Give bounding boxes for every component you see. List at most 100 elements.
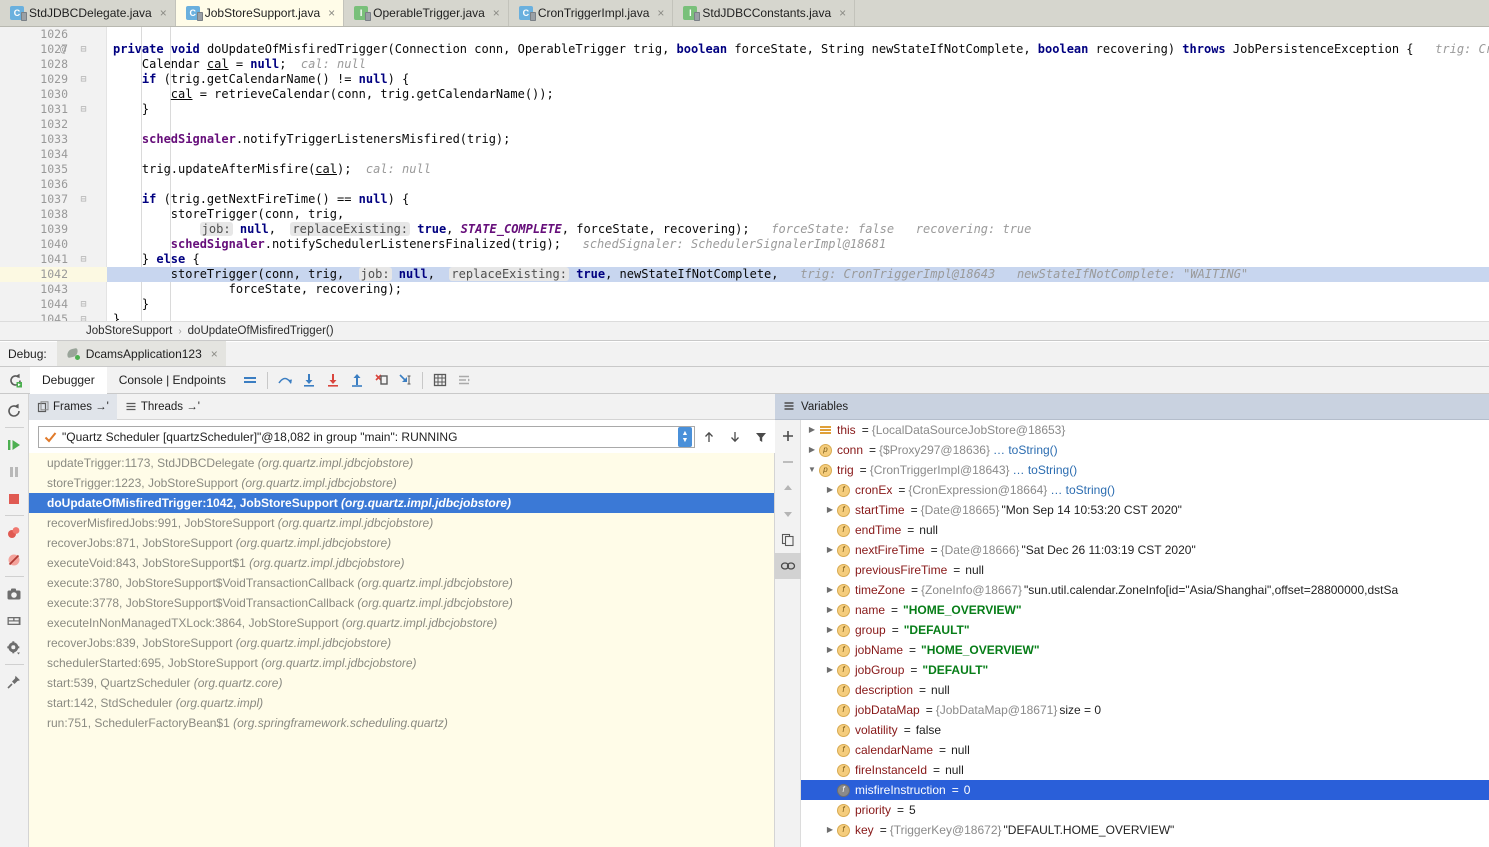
variable-row[interactable]: ▶ f jobName = "HOME_OVERVIEW" (801, 640, 1489, 660)
code-line[interactable]: 1033 schedSignaler.notifyTriggerListener… (0, 132, 1489, 147)
view-breakpoints-icon[interactable] (0, 519, 29, 546)
code-line[interactable]: 1044 ⊟ } (0, 297, 1489, 312)
editor-tab[interactable]: I OperableTrigger.java × (344, 0, 509, 26)
tostring-link[interactable]: … toString() (1013, 460, 1078, 480)
chevron-right-icon[interactable]: ▶ (823, 580, 837, 600)
settings-lines-icon[interactable] (452, 368, 476, 392)
editor-tab[interactable]: I StdJDBCConstants.java × (673, 0, 856, 26)
code-line[interactable]: 1042 storeTrigger(conn, trig, job: null,… (0, 267, 1489, 282)
thread-selector[interactable]: "Quartz Scheduler [quartzScheduler]"@18,… (38, 426, 695, 448)
close-icon[interactable]: × (211, 348, 218, 360)
chevron-right-icon[interactable]: ▶ (823, 500, 837, 520)
close-icon[interactable]: × (839, 7, 846, 19)
code-line[interactable]: 1035 trig.updateAfterMisfire(cal); cal: … (0, 162, 1489, 177)
frame-list-item[interactable]: recoverJobs:839, JobStoreSupport (org.qu… (29, 633, 774, 653)
code-line[interactable]: 1030 cal = retrieveCalendar(conn, trig.g… (0, 87, 1489, 102)
code-line[interactable]: 1031 ⊟ } (0, 102, 1489, 117)
chevron-right-icon[interactable]: ▶ (805, 440, 819, 460)
frame-list-item[interactable]: schedulerStarted:695, JobStoreSupport (o… (29, 653, 774, 673)
variable-row[interactable]: ▼ p trig = {CronTriggerImpl@18643} … toStrin… (801, 460, 1489, 480)
step-out-icon[interactable] (345, 368, 369, 392)
chevron-right-icon[interactable]: ▶ (823, 540, 837, 560)
tab-console-endpoints[interactable]: Console | Endpoints (107, 367, 238, 394)
tostring-link[interactable]: … toString() (1050, 480, 1115, 500)
frame-list-item[interactable]: updateTrigger:1173, StdJDBCDelegate (org… (29, 453, 774, 473)
editor-tab[interactable]: C CronTriggerImpl.java × (508, 0, 674, 26)
combo-spinner-icon[interactable]: ▲ ▼ (678, 427, 692, 447)
code-lines[interactable]: 1026 1027 @ ⊟ private void doUpdateOfMisfire… (0, 27, 1489, 321)
mute-breakpoints-icon[interactable] (0, 546, 29, 573)
variable-row[interactable]: f jobDataMap = {JobDataMap@18671} size = 0 (801, 700, 1489, 720)
show-execution-point-icon[interactable] (238, 368, 262, 392)
annotation-marker[interactable]: @ (55, 42, 71, 57)
rerun-icon[interactable] (0, 367, 30, 394)
fold-marker[interactable]: ⊟ (78, 297, 89, 312)
frame-list-item[interactable]: execute:3780, JobStoreSupport$VoidTransa… (29, 573, 774, 593)
variable-row[interactable]: f priority = 5 (801, 800, 1489, 820)
fold-marker[interactable]: ⊟ (78, 192, 89, 207)
code-line[interactable]: 1038 storeTrigger(conn, trig, (0, 207, 1489, 222)
frame-list-item[interactable]: executeVoid:843, JobStoreSupport$1 (org.… (29, 553, 774, 573)
variable-row[interactable]: f calendarName = null (801, 740, 1489, 760)
variable-row[interactable]: ▶ f key = {TriggerKey@18672} "DEFAULT.HOME_O… (801, 820, 1489, 840)
down-triangle-icon[interactable] (775, 501, 801, 527)
code-line[interactable]: 1027 @ ⊟ private void doUpdateOfMisfiredTri… (0, 42, 1489, 57)
fold-marker[interactable]: ⊟ (78, 42, 89, 57)
code-line[interactable]: 1034 (0, 147, 1489, 162)
frame-list-item[interactable]: doUpdateOfMisfiredTrigger:1042, JobStore… (29, 493, 774, 513)
code-line[interactable]: 1029 ⊟ if (trig.getCalendarName() != null… (0, 72, 1489, 87)
debug-session-tab[interactable]: DcamsApplication123 × (56, 341, 226, 366)
chevron-down-icon[interactable]: ▼ (805, 460, 819, 480)
frame-list-item[interactable]: start:142, StdScheduler (org.quartz.impl… (29, 693, 774, 713)
variable-row[interactable]: ▶ this = {LocalDataSourceJobStore@18653} (801, 420, 1489, 440)
chevron-right-icon[interactable]: ▶ (823, 660, 837, 680)
close-icon[interactable]: × (657, 7, 664, 19)
minus-icon[interactable] (775, 449, 801, 475)
breadcrumb-class[interactable]: JobStoreSupport (86, 325, 172, 337)
frame-list-item[interactable]: storeTrigger:1223, JobStoreSupport (org.… (29, 473, 774, 493)
chevron-right-icon[interactable]: ▶ (823, 820, 837, 840)
chevron-right-icon[interactable]: ▶ (823, 480, 837, 500)
arrow-up-icon[interactable] (697, 426, 721, 448)
step-into-icon[interactable] (297, 368, 321, 392)
code-line[interactable]: 1037 ⊟ if (trig.getNextFireTime() == null… (0, 192, 1489, 207)
tostring-link[interactable]: … toString() (993, 440, 1058, 460)
chevron-right-icon[interactable]: ▶ (823, 600, 837, 620)
stop-icon[interactable] (0, 485, 29, 512)
force-step-into-icon[interactable] (321, 368, 345, 392)
frame-list-item[interactable]: run:751, SchedulerFactoryBean$1 (org.spr… (29, 713, 774, 733)
watches-icon[interactable] (774, 553, 801, 579)
tab-threads[interactable]: Threads →' (117, 394, 208, 420)
rerun-icon[interactable] (0, 397, 29, 424)
variable-row[interactable]: ▶ f name = "HOME_OVERVIEW" (801, 600, 1489, 620)
frame-list-item[interactable]: recoverMisfiredJobs:991, JobStoreSupport… (29, 513, 774, 533)
variable-row[interactable]: f description = null (801, 680, 1489, 700)
up-triangle-icon[interactable] (775, 475, 801, 501)
chevron-right-icon[interactable]: ▶ (805, 420, 819, 440)
pause-program-icon[interactable] (0, 458, 29, 485)
variable-row[interactable]: f fireInstanceId = null (801, 760, 1489, 780)
frames-list[interactable]: updateTrigger:1173, StdJDBCDelegate (org… (29, 453, 775, 847)
frame-list-item[interactable]: recoverJobs:871, JobStoreSupport (org.qu… (29, 533, 774, 553)
step-over-icon[interactable] (273, 368, 297, 392)
variable-row[interactable]: ▶ f timeZone = {ZoneInfo@18667} "sun.util.ca… (801, 580, 1489, 600)
code-line[interactable]: 1032 (0, 117, 1489, 132)
editor-tab[interactable]: C JobStoreSupport.java × (175, 0, 345, 26)
variable-row[interactable]: ▶ f group = "DEFAULT" (801, 620, 1489, 640)
fold-marker[interactable]: ⊟ (78, 72, 89, 87)
code-line[interactable]: 1039 job: null, replaceExisting: true, S… (0, 222, 1489, 237)
arrow-down-icon[interactable] (723, 426, 747, 448)
layout-icon[interactable] (0, 607, 29, 634)
resume-program-icon[interactable] (0, 431, 29, 458)
code-line[interactable]: 1040 schedSignaler.notifySchedulerListen… (0, 237, 1489, 252)
variable-row[interactable]: ▶ f cronEx = {CronExpression@18664} … toStri… (801, 480, 1489, 500)
run-to-cursor-icon[interactable] (393, 368, 417, 392)
variable-row[interactable]: ▶ p conn = {$Proxy297@18636} … toString() (801, 440, 1489, 460)
copy-icon[interactable] (775, 527, 801, 553)
chevron-right-icon[interactable]: ▶ (823, 640, 837, 660)
variable-row[interactable]: f misfireInstruction = 0 (801, 780, 1489, 800)
variable-row[interactable]: f endTime = null (801, 520, 1489, 540)
variable-row[interactable]: f previousFireTime = null (801, 560, 1489, 580)
camera-icon[interactable] (0, 580, 29, 607)
frame-list-item[interactable]: start:539, QuartzScheduler (org.quartz.c… (29, 673, 774, 693)
